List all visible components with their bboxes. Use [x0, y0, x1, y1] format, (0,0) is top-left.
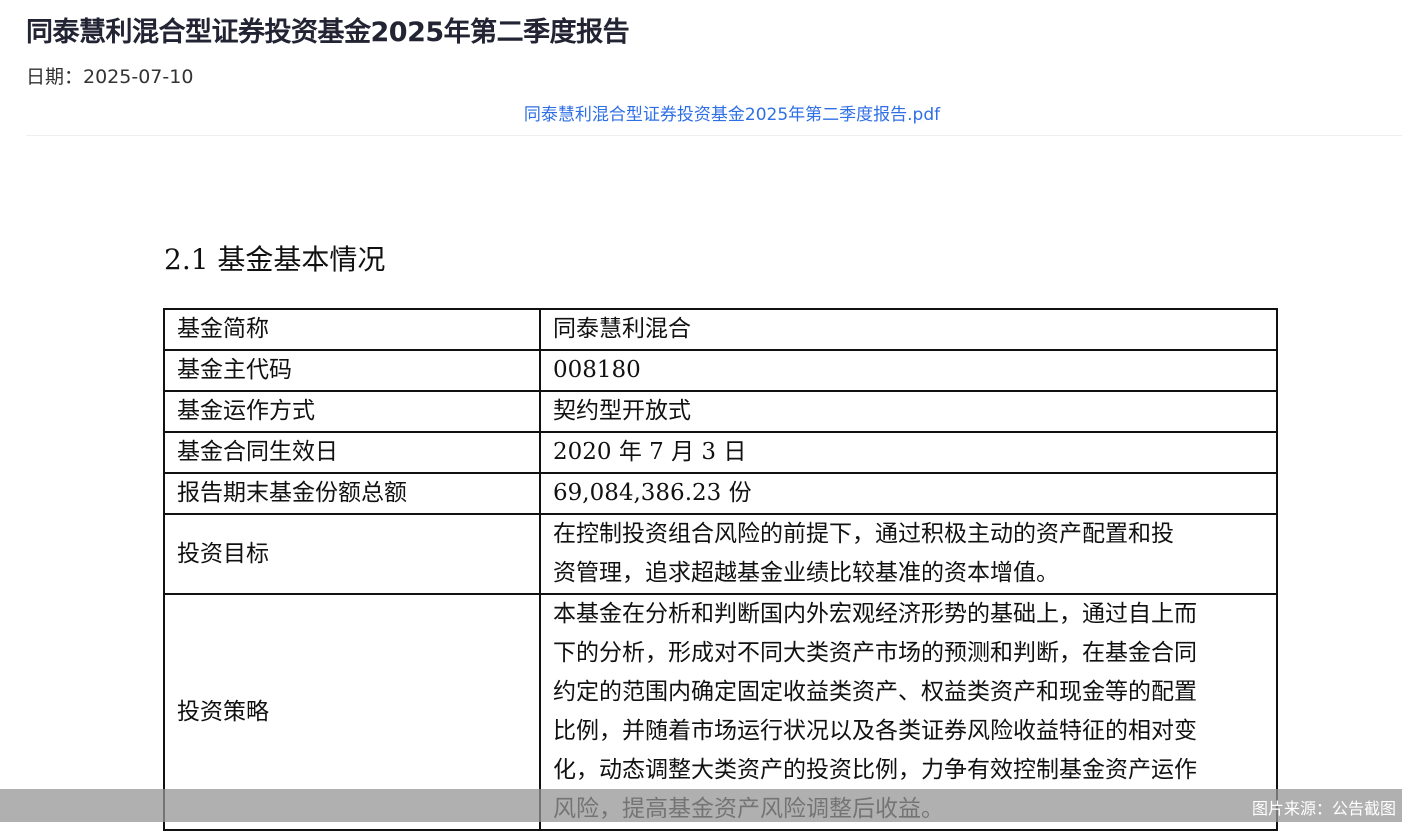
- value-line: 同泰慧利混合: [553, 316, 691, 342]
- image-source: 图片来源：公告截图: [1251, 799, 1396, 818]
- value-line: 约定的范围内确定固定收益类资产、权益类资产和现金等的配置: [553, 679, 1197, 705]
- page-title: 同泰慧利混合型证券投资基金2025年第二季度报告: [26, 17, 630, 48]
- row-label: 基金主代码: [163, 349, 541, 392]
- row-label: 基金简称: [163, 308, 541, 351]
- table-row: 投资目标 在控制投资组合风险的前提下，通过积极主动的资产配置和投 资管理，追求超越基…: [163, 513, 1278, 595]
- value-line: 69,084,386.23 份: [553, 480, 752, 506]
- value-line: 本基金在分析和判断国内外宏观经济形势的基础上，通过自上而: [553, 601, 1197, 627]
- row-value: 69,084,386.23 份: [539, 472, 1278, 515]
- row-value: 契约型开放式: [539, 390, 1278, 433]
- fund-info-table: 基金简称 同泰慧利混合 基金主代码 008180 基金运作方式 契约型开放式 基金合同生效日…: [163, 308, 1278, 831]
- value-line: 化，动态调整大类资产的投资比例，力争有效控制基金资产运作: [553, 757, 1197, 783]
- section-heading: 2.1 基金基本情况: [164, 243, 386, 276]
- table-row: 基金主代码 008180: [163, 349, 1278, 392]
- row-value: 同泰慧利混合: [539, 308, 1278, 351]
- row-value: 在控制投资组合风险的前提下，通过积极主动的资产配置和投 资管理，追求超越基金业绩比…: [539, 513, 1278, 595]
- value-line: 资管理，追求超越基金业绩比较基准的资本增值。: [553, 560, 1059, 586]
- table-row: 基金运作方式 契约型开放式: [163, 390, 1278, 433]
- value-line: 008180: [553, 357, 641, 383]
- value-line: 2020 年 7 月 3 日: [553, 439, 747, 465]
- row-value: 008180: [539, 349, 1278, 392]
- row-label: 报告期末基金份额总额: [163, 472, 541, 515]
- document-image: 2.1 基金基本情况 基金简称 同泰慧利混合 基金主代码 008180 基金运作方式 契约…: [0, 136, 1402, 831]
- table-row: 基金简称 同泰慧利混合: [163, 308, 1278, 351]
- value-line: 比例，并随着市场运行状况以及各类证券风险收益特征的相对变: [553, 718, 1197, 744]
- table-row: 报告期末基金份额总额 69,084,386.23 份: [163, 472, 1278, 515]
- table-row: 基金合同生效日 2020 年 7 月 3 日: [163, 431, 1278, 474]
- value-line: 下的分析，形成对不同大类资产市场的预测和判断，在基金合同: [553, 640, 1197, 666]
- row-label: 基金合同生效日: [163, 431, 541, 474]
- row-value: 2020 年 7 月 3 日: [539, 431, 1278, 474]
- row-label: 投资目标: [163, 513, 541, 595]
- value-line: 在控制投资组合风险的前提下，通过积极主动的资产配置和投: [553, 521, 1174, 547]
- source-caption-bar: 图片来源：公告截图: [0, 789, 1402, 822]
- value-line: 契约型开放式: [553, 398, 691, 424]
- publish-date: 日期：2025-07-10: [26, 66, 194, 88]
- pdf-download-link[interactable]: 同泰慧利混合型证券投资基金2025年第二季度报告.pdf: [0, 100, 1402, 125]
- row-label: 基金运作方式: [163, 390, 541, 433]
